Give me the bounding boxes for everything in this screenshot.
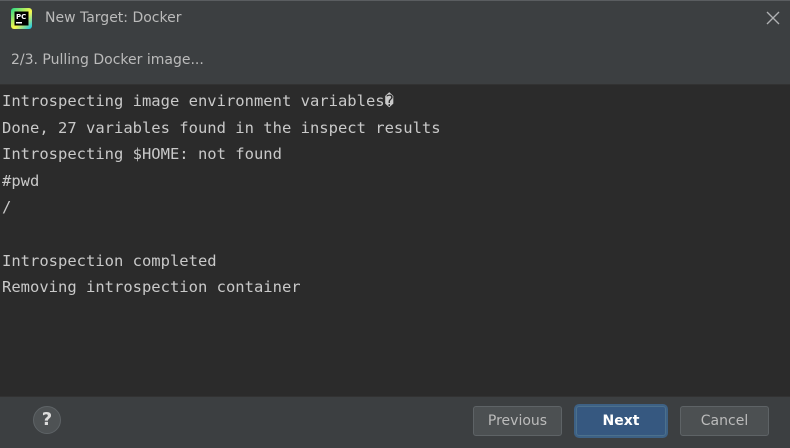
help-button[interactable]: ? — [33, 406, 61, 434]
dialog-title: New Target: Docker — [45, 10, 182, 26]
console-line: / — [2, 198, 12, 217]
console-line: Introspecting $HOME: not found — [2, 145, 282, 164]
close-icon[interactable] — [764, 9, 782, 27]
pycharm-icon-text: PC — [16, 13, 26, 21]
pycharm-icon: PC — [11, 8, 32, 29]
previous-button[interactable]: Previous — [473, 406, 562, 436]
next-button[interactable]: Next — [576, 406, 666, 436]
new-target-docker-dialog: PC New Target: Docker 2/3. Pulling Docke… — [0, 0, 790, 448]
console-line — [0, 221, 790, 248]
console-line: Introspection completed — [2, 251, 217, 270]
console-line: Done, 27 variables found in the inspect … — [2, 118, 441, 137]
wizard-step-text: 2/3. Pulling Docker image... — [11, 52, 204, 68]
console-output[interactable]: Introspecting image environment variable… — [0, 84, 790, 397]
dialog-footer: ? Previous Next Cancel — [0, 398, 790, 448]
title-bar: PC New Target: Docker — [0, 1, 790, 37]
console-line: #pwd — [2, 171, 40, 190]
console-line: Introspecting image environment variable… — [2, 92, 394, 110]
cancel-button[interactable]: Cancel — [680, 406, 769, 436]
console-line: Removing introspection container — [2, 278, 301, 297]
